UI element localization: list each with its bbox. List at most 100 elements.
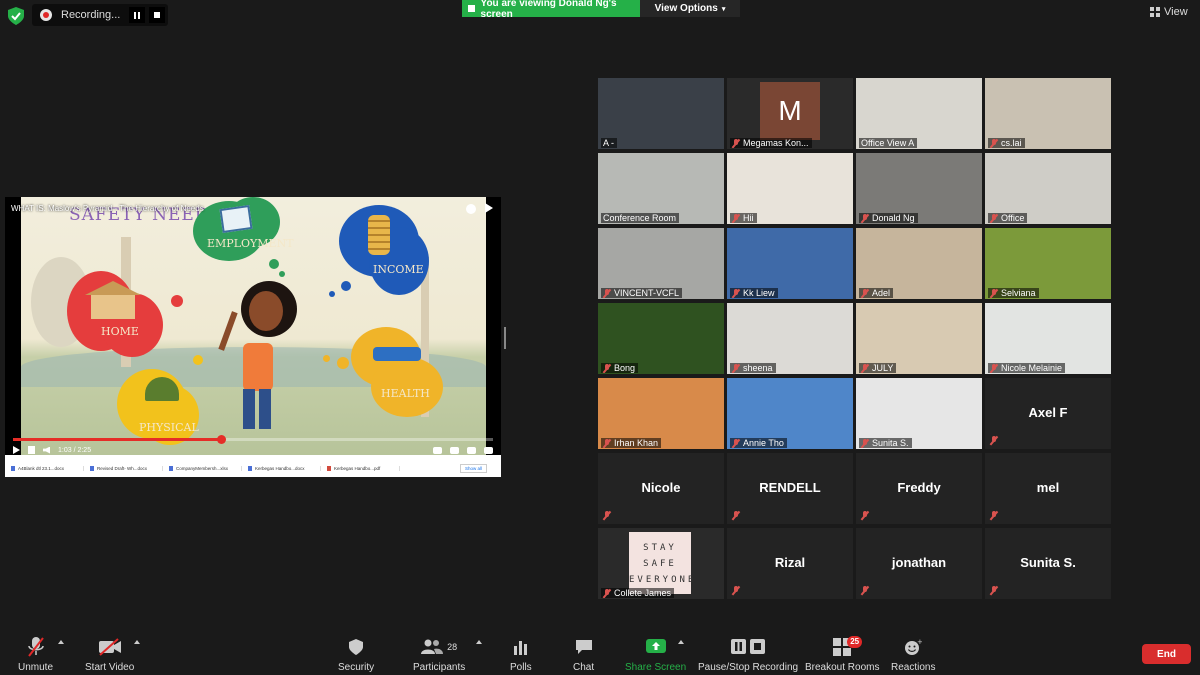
download-item[interactable]: A4Blank dtl 23.1...docx (5, 465, 84, 471)
participant-tile[interactable]: Irhan Khan (598, 378, 724, 449)
share-screen-label: Share Screen (625, 662, 687, 673)
participant-tile[interactable]: Hii (727, 153, 853, 224)
participant-name-label: Donald Ng (859, 213, 918, 223)
participant-tile[interactable]: Adel (856, 228, 982, 299)
participant-tile[interactable]: Selviana (985, 228, 1111, 299)
view-label: View (1164, 6, 1188, 18)
breakout-rooms-button[interactable]: 25 Breakout Rooms (805, 636, 879, 673)
participant-tile[interactable]: Bong (598, 303, 724, 374)
participant-tile[interactable]: Kk Liew (727, 228, 853, 299)
participant-name-label: sheena (730, 363, 776, 373)
download-name: Kerbegas Handbo...pdf (334, 465, 381, 471)
participant-tile[interactable]: RENDELL (727, 453, 853, 524)
download-name: CompanyMembersh...xlsx (176, 465, 229, 471)
microphone-muted-icon (603, 288, 611, 298)
participant-tile[interactable]: jonathan (856, 528, 982, 599)
participant-tile[interactable]: M Megamas Kon... (727, 78, 853, 149)
participant-tile[interactable]: Conference Room (598, 153, 724, 224)
participant-name: Collete James (614, 588, 672, 598)
participants-button[interactable]: 28 Participants (413, 636, 465, 673)
participant-tile[interactable]: JULY (856, 303, 982, 374)
play-icon[interactable] (13, 446, 20, 454)
participant-name: jonathan (891, 555, 947, 570)
participant-name: Axel F (1028, 405, 1068, 420)
next-icon[interactable] (28, 446, 35, 454)
end-meeting-button[interactable]: End (1142, 644, 1191, 664)
share-screen-button[interactable]: Share Screen (625, 636, 686, 673)
participant-tile[interactable]: Sunita S. (985, 528, 1111, 599)
participant-tile[interactable]: Sunita S. (856, 378, 982, 449)
participant-tile[interactable]: sheena (727, 303, 853, 374)
share-options-caret-icon[interactable] (678, 640, 684, 644)
unmute-button[interactable]: Unmute (18, 636, 53, 673)
share-arrow-icon[interactable] (485, 203, 493, 213)
captions-icon[interactable] (450, 446, 459, 454)
doc-file-icon (169, 465, 173, 471)
polls-button[interactable]: Polls (510, 636, 532, 673)
microphone-muted-icon (732, 363, 740, 373)
settings-icon[interactable] (467, 446, 476, 454)
participant-tile[interactable]: cs.lai (985, 78, 1111, 149)
viewing-screen-banner: You are viewing Donald Ng's screen (462, 0, 640, 20)
participant-tile[interactable]: STAY SAFE EVERYONE Collete James (598, 528, 724, 599)
watch-later-icon[interactable] (466, 204, 476, 214)
participant-tile[interactable]: Axel F (985, 378, 1111, 449)
download-item[interactable]: Revised Draft- Wh...docx (84, 465, 163, 471)
participant-tile[interactable]: Annie Tho (727, 378, 853, 449)
participant-name-label: Selviana (988, 288, 1039, 298)
participant-name: Conference Room (603, 213, 677, 223)
participant-name-label: Hii (730, 213, 757, 223)
download-item[interactable]: Kerbegas Handbo...docx (242, 465, 321, 471)
stop-recording-button[interactable] (149, 7, 165, 23)
participant-tile[interactable]: Rizal (727, 528, 853, 599)
participant-tile[interactable]: VINCENT-VCFL (598, 228, 724, 299)
security-button[interactable]: Security (338, 636, 374, 673)
chat-button[interactable]: Chat (573, 636, 594, 673)
start-video-button[interactable]: Start Video (85, 636, 134, 673)
volume-icon[interactable] (43, 446, 50, 454)
download-name: Kerbegas Handbo...docx (255, 465, 305, 471)
breakout-rooms-badge: 25 (847, 636, 863, 648)
start-video-label: Start Video (85, 662, 135, 673)
participants-options-caret-icon[interactable] (476, 640, 482, 644)
meeting-toolbar: Unmute Start Video Security 28 Participa… (0, 632, 1200, 675)
participant-name: JULY (872, 363, 894, 373)
encryption-shield-icon[interactable] (8, 7, 24, 25)
pause-stop-recording-button[interactable]: Pause/Stop Recording (698, 636, 798, 673)
pause-recording-button[interactable] (129, 7, 145, 23)
polls-label: Polls (510, 662, 532, 673)
participant-tile[interactable]: Office View A (856, 78, 982, 149)
participant-tile[interactable]: Office (985, 153, 1111, 224)
participant-tile[interactable]: Donald Ng (856, 153, 982, 224)
autoplay-toggle-icon[interactable] (433, 446, 442, 454)
participant-tile[interactable]: Nicole Melainie (985, 303, 1111, 374)
microphone-muted-icon (603, 438, 611, 448)
participant-tile[interactable]: Nicole (598, 453, 724, 524)
shared-screen[interactable]: SAFETY NEEDS EMPLOYMENT INCOME HOME HEAL… (5, 197, 501, 477)
download-item[interactable]: CompanyMembersh...xlsx (163, 465, 242, 471)
pdf-file-icon (327, 465, 331, 471)
video-player[interactable]: SAFETY NEEDS EMPLOYMENT INCOME HOME HEAL… (5, 197, 501, 455)
doc-file-icon (11, 465, 15, 471)
document-icon (219, 205, 253, 233)
view-button[interactable]: View (1150, 6, 1188, 18)
download-item[interactable]: Kerbegas Handbo...pdf (321, 465, 400, 471)
show-all-downloads-button[interactable]: Show all (459, 463, 487, 473)
participant-name: Megamas Kon... (743, 138, 809, 148)
view-options-button[interactable]: View Options ▾ (640, 0, 740, 17)
audio-options-caret-icon[interactable] (58, 640, 64, 644)
security-shield-icon (348, 636, 364, 658)
participant-name: Kk Liew (743, 288, 775, 298)
reactions-button[interactable]: + Reactions (891, 636, 935, 673)
participant-tile[interactable]: mel (985, 453, 1111, 524)
coins-icon (368, 215, 390, 255)
chat-label: Chat (573, 662, 595, 673)
video-progress-bar[interactable] (13, 435, 493, 444)
video-options-caret-icon[interactable] (134, 640, 140, 644)
participant-tile[interactable]: A - (598, 78, 724, 149)
participant-name: cs.lai (1001, 138, 1022, 148)
participant-name-label: Nicole Melainie (988, 363, 1066, 373)
participant-tile[interactable]: Freddy (856, 453, 982, 524)
split-view-divider[interactable] (504, 327, 506, 349)
fullscreen-icon[interactable] (484, 446, 493, 454)
